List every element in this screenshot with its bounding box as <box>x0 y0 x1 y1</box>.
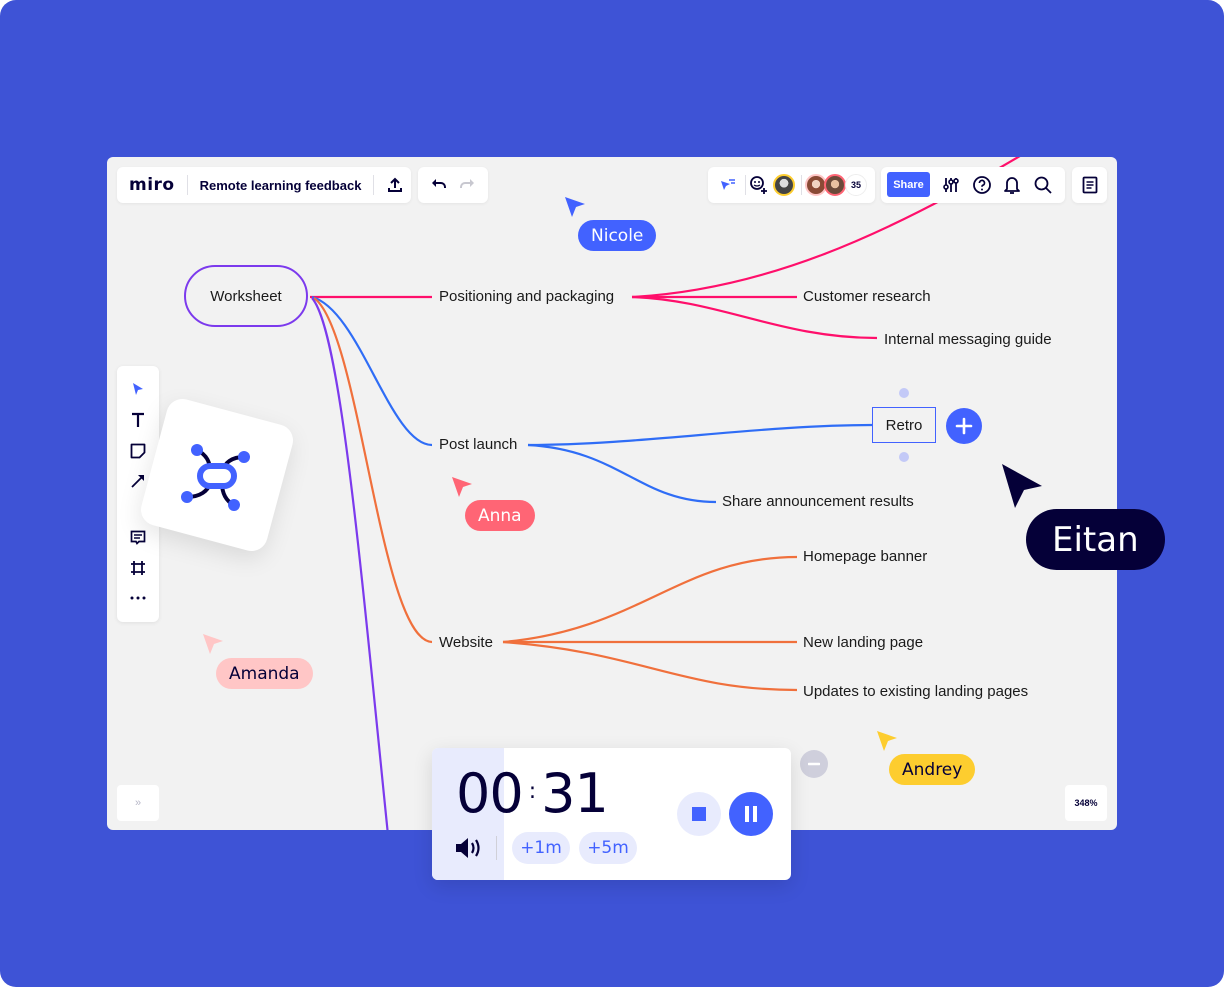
stop-icon <box>692 807 706 821</box>
pause-timer-button[interactable] <box>729 792 773 836</box>
node-homepage-banner[interactable]: Homepage banner <box>803 548 927 565</box>
cursor-icon-amanda <box>203 634 223 654</box>
help-icon[interactable] <box>972 175 992 195</box>
collaborators-count[interactable]: 35 <box>845 174 867 196</box>
follow-cursor-icon[interactable] <box>719 176 737 194</box>
invite-reaction-icon[interactable] <box>749 175 769 195</box>
avatar[interactable] <box>824 174 846 196</box>
undo-icon[interactable] <box>431 178 447 192</box>
node-retro-selected[interactable]: Retro <box>872 407 936 443</box>
timer-display: 00 : 31 <box>456 762 609 825</box>
add-node-button[interactable] <box>946 408 982 444</box>
actions-panel: Share <box>881 167 1065 203</box>
collaboration-panel: 35 <box>708 167 875 203</box>
node-website[interactable]: Website <box>439 634 493 651</box>
more-icon <box>130 596 146 600</box>
redo-icon[interactable] <box>459 178 475 192</box>
cursor-icon-anna <box>452 477 472 497</box>
node-customer-research[interactable]: Customer research <box>803 288 931 305</box>
text-tool[interactable] <box>117 406 159 434</box>
cursor-label-anna: Anna <box>465 500 535 531</box>
root-label: Worksheet <box>210 287 282 305</box>
node-internal-messaging[interactable]: Internal messaging guide <box>884 331 1052 348</box>
search-icon[interactable] <box>1033 175 1053 195</box>
text-icon <box>132 412 144 427</box>
minus-icon <box>808 762 820 766</box>
pause-icon <box>745 806 757 822</box>
more-tools[interactable] <box>117 584 159 612</box>
divider <box>373 175 375 195</box>
board-header-panel: miro Remote learning feedback <box>117 167 411 203</box>
timer-colon: : <box>528 779 536 804</box>
cursor-label-nicole: Nicole <box>578 220 657 251</box>
avatar[interactable] <box>773 174 795 196</box>
cursor-icon-nicole <box>565 197 585 217</box>
export-icon[interactable] <box>386 176 404 194</box>
cursor-arrow-icon <box>133 383 143 395</box>
zoom-level[interactable]: 348% <box>1065 785 1107 821</box>
timer-widget: 00 : 31 +1m +5m <box>432 748 791 880</box>
divider <box>186 175 188 195</box>
line-arrow-icon <box>131 475 144 488</box>
board-title[interactable]: Remote learning feedback <box>200 178 362 193</box>
mindmap-icon <box>181 444 250 511</box>
mindmap-root-node[interactable]: Worksheet <box>184 265 308 327</box>
expand-panel-button[interactable]: » <box>117 785 159 821</box>
miro-logo[interactable]: miro <box>129 175 175 195</box>
volume-icon[interactable] <box>454 836 482 865</box>
node-post-launch[interactable]: Post launch <box>439 436 517 453</box>
comment-tool[interactable] <box>117 524 159 552</box>
notes-panel <box>1072 167 1107 203</box>
share-button[interactable]: Share <box>887 172 930 197</box>
node-positioning[interactable]: Positioning and packaging <box>439 288 614 305</box>
divider <box>745 175 746 195</box>
frame-tool[interactable] <box>117 554 159 582</box>
resize-handle-bottom[interactable] <box>899 452 909 462</box>
collapse-node-button[interactable] <box>800 750 828 778</box>
notes-icon[interactable] <box>1082 176 1098 194</box>
frame-icon <box>131 561 145 575</box>
cursor-icon-eitan <box>1002 464 1042 508</box>
node-updates-landing[interactable]: Updates to existing landing pages <box>803 683 1028 700</box>
undo-redo-panel <box>418 167 488 203</box>
settings-sliders-icon[interactable] <box>942 176 960 194</box>
sticky-note-icon <box>130 443 146 459</box>
bell-icon[interactable] <box>1003 175 1021 195</box>
add-1-minute-button[interactable]: +1m <box>512 832 570 864</box>
comment-icon <box>130 530 146 545</box>
divider <box>496 836 497 860</box>
cursor-label-amanda: Amanda <box>216 658 313 689</box>
add-5-minutes-button[interactable]: +5m <box>579 832 637 864</box>
divider <box>801 175 802 195</box>
select-tool[interactable] <box>117 376 159 404</box>
retro-label: Retro <box>885 416 923 434</box>
resize-handle-top[interactable] <box>899 388 909 398</box>
cursor-label-andrey: Andrey <box>889 754 976 785</box>
cursor-icon-andrey <box>877 731 897 751</box>
stop-timer-button[interactable] <box>677 792 721 836</box>
cursor-label-eitan: Eitan <box>1026 509 1165 570</box>
node-new-landing[interactable]: New landing page <box>803 634 923 651</box>
node-share-announcement[interactable]: Share announcement results <box>722 493 914 510</box>
app-background: miro Remote learning feedback 35 Share W… <box>0 0 1224 987</box>
timer-seconds: 31 <box>541 762 609 825</box>
plus-icon <box>955 417 973 435</box>
timer-minutes: 00 <box>456 762 524 825</box>
